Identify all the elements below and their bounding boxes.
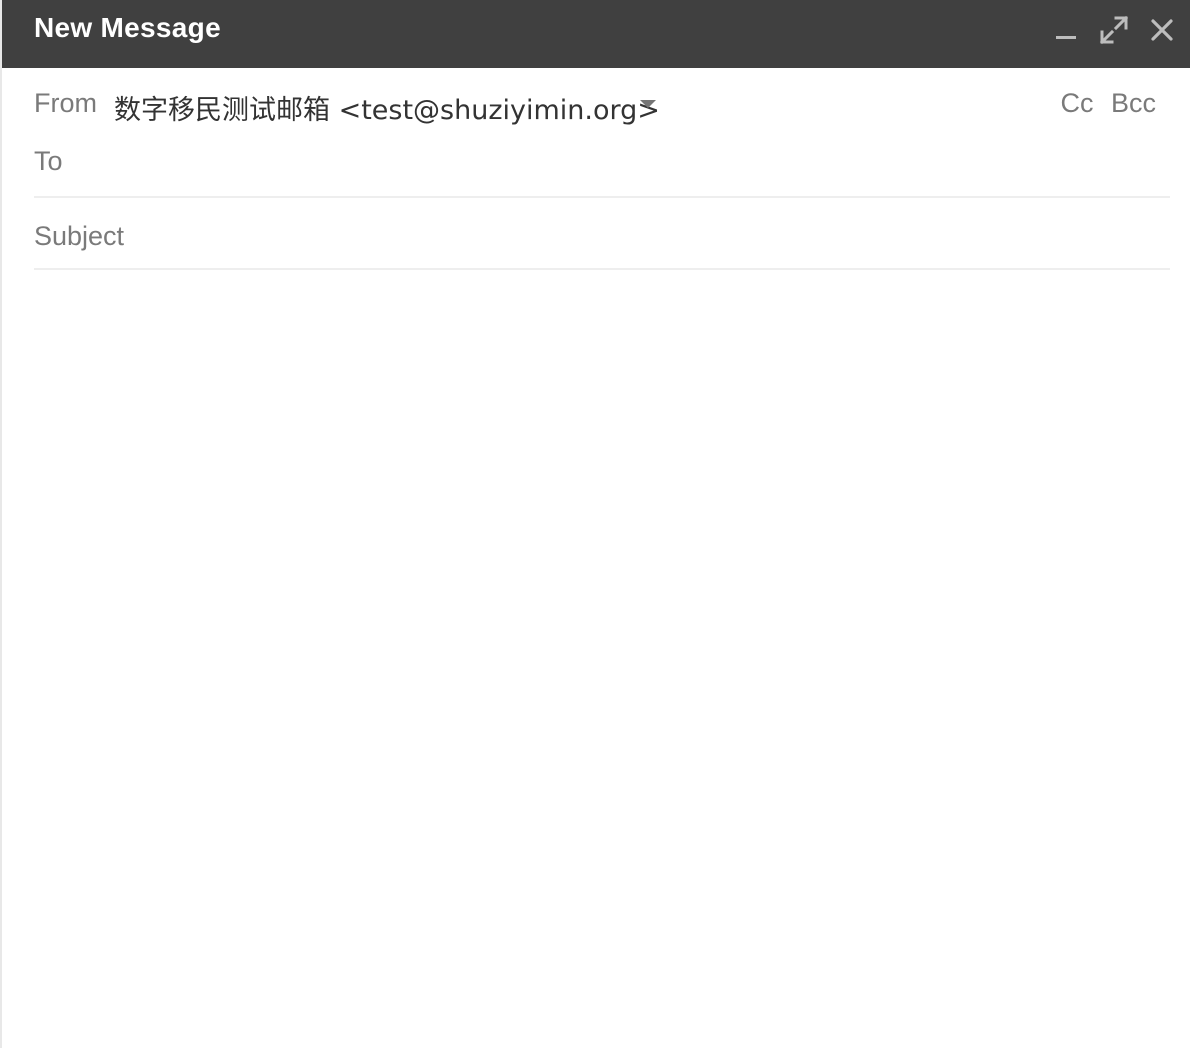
subject-input[interactable] xyxy=(34,212,1170,260)
minimize-button[interactable] xyxy=(1050,14,1082,46)
compose-titlebar[interactable]: New Message xyxy=(2,0,1190,68)
to-divider xyxy=(34,196,1170,198)
to-label: To xyxy=(34,146,63,176)
cc-bcc-links: Cc Bcc xyxy=(1060,88,1156,119)
close-icon xyxy=(1151,19,1173,41)
subject-divider xyxy=(34,268,1170,270)
from-label: From xyxy=(34,88,97,118)
window-title: New Message xyxy=(34,12,221,43)
cc-link[interactable]: Cc xyxy=(1060,88,1093,118)
bcc-link[interactable]: Bcc xyxy=(1111,88,1156,118)
to-input[interactable] xyxy=(82,140,1172,192)
from-select[interactable]: 数字移民测试邮箱 <test@shuziyimin.org> xyxy=(114,88,660,127)
compose-window: New Message From 数字移民测试邮箱 <test@shuziyim… xyxy=(2,0,1190,1048)
minimize-icon xyxy=(1056,36,1076,39)
expand-icon xyxy=(1099,15,1129,45)
message-body[interactable] xyxy=(34,284,1170,1024)
close-button[interactable] xyxy=(1146,14,1178,46)
chevron-down-icon[interactable] xyxy=(638,96,658,112)
expand-button[interactable] xyxy=(1098,14,1130,46)
